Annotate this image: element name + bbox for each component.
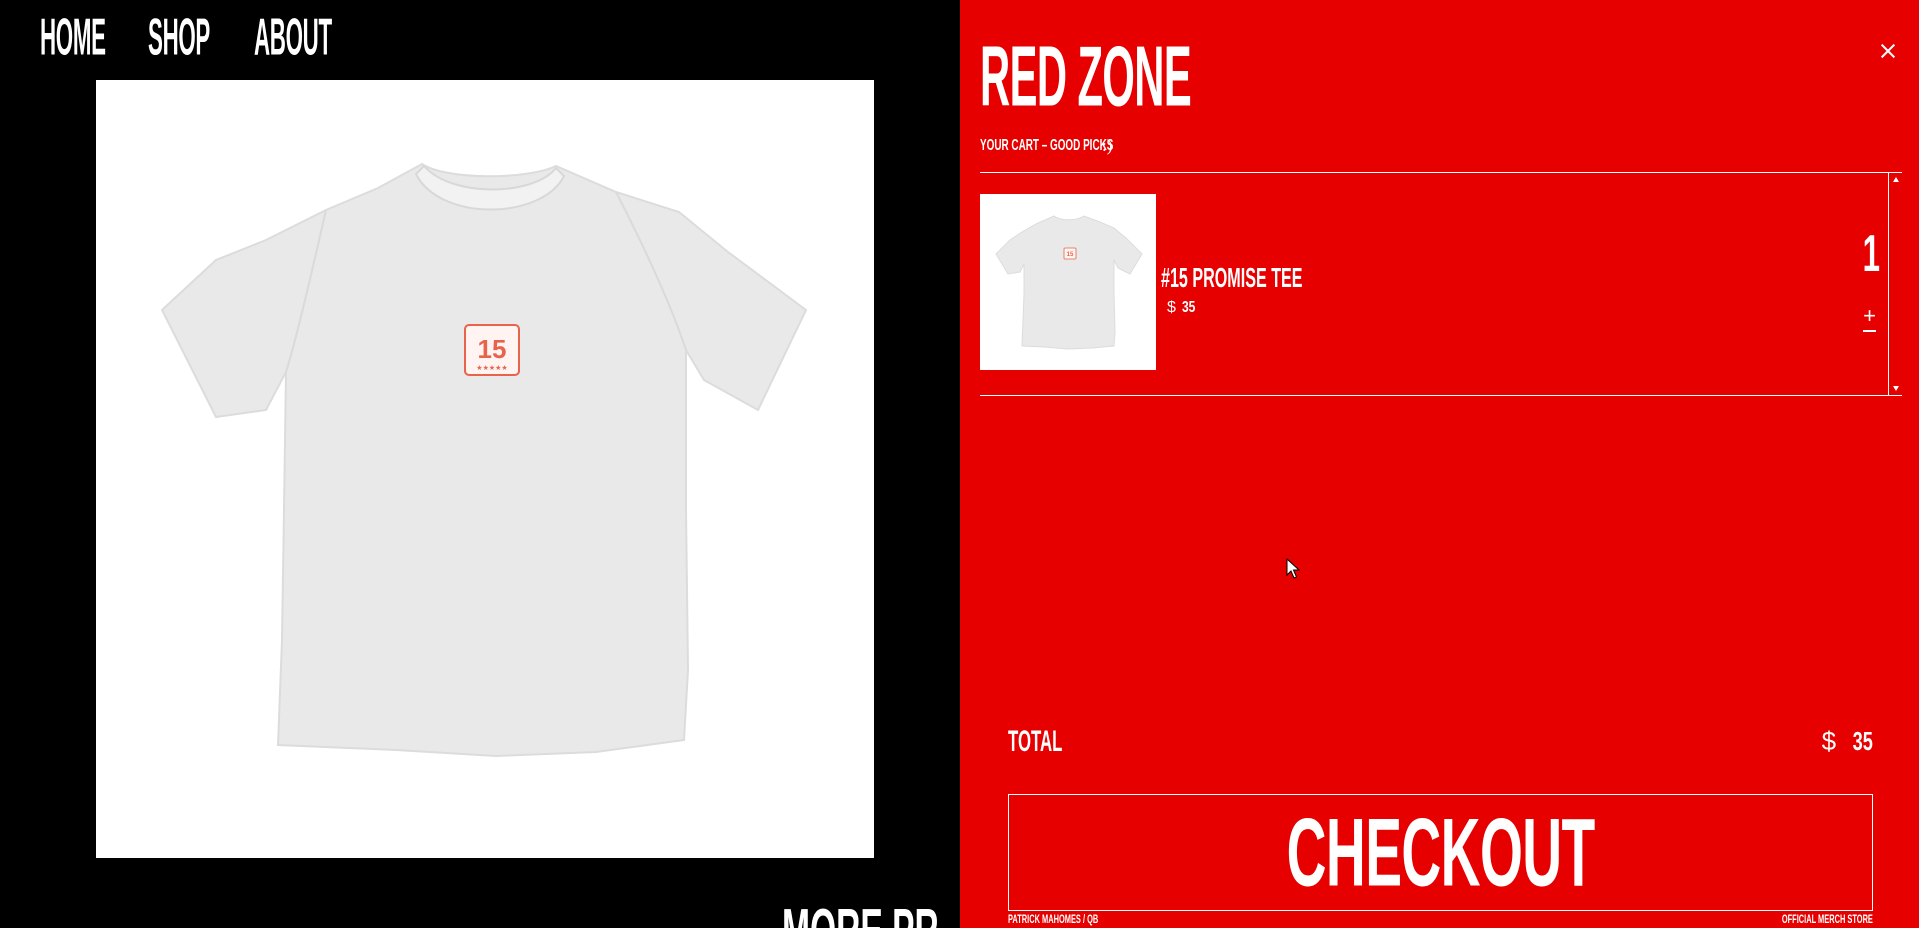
- scroll-up-icon[interactable]: [1893, 177, 1899, 182]
- footer-player-credit: PATRICK MAHOMES / QB: [1008, 912, 1099, 926]
- cart-drawer: RED ZONE YOUR CART – GOOD PICKS :) 15 #1…: [960, 0, 1919, 928]
- more-products-heading: MORE PR: [782, 899, 939, 928]
- cart-item: 15 #15 PROMISE TEE $35 1 +: [980, 194, 1880, 370]
- footer-store-label: OFFICIAL MERCH STORE: [1781, 912, 1873, 926]
- checkout-button-label: CHECKOUT: [1286, 798, 1595, 907]
- cart-item-list[interactable]: 15 #15 PROMISE TEE $35 1 +: [980, 172, 1902, 396]
- scroll-down-icon[interactable]: [1893, 386, 1899, 391]
- nav-home-link[interactable]: HOME: [40, 0, 106, 82]
- cart-item-price-value: 35: [1181, 299, 1196, 316]
- total-currency-symbol: $: [1821, 726, 1837, 756]
- cart-subtitle: YOUR CART – GOOD PICKS :): [980, 136, 1195, 156]
- mouse-cursor-icon: [1286, 558, 1300, 579]
- total-amount: 35: [1852, 726, 1873, 756]
- currency-symbol: $: [1167, 299, 1176, 316]
- cart-list-scrollbar[interactable]: [1888, 173, 1902, 395]
- cart-item-name[interactable]: #15 PROMISE TEE: [1161, 262, 1303, 294]
- tshirt-15-icon: 15 ★★★★★: [96, 80, 874, 858]
- cart-item-thumbnail[interactable]: 15: [980, 194, 1156, 370]
- nav-about-link[interactable]: ABOUT: [254, 0, 332, 82]
- cart-subtitle-emoticon: :): [1102, 136, 1113, 155]
- cart-item-price: $35: [1167, 298, 1200, 318]
- svg-text:15: 15: [1067, 252, 1074, 258]
- close-icon[interactable]: [1877, 40, 1899, 62]
- cart-item-quantity: 1: [1862, 225, 1880, 283]
- total-label: TOTAL: [1008, 724, 1063, 758]
- quantity-increase-button[interactable]: +: [1863, 305, 1876, 327]
- quantity-decrease-button[interactable]: [1863, 330, 1876, 332]
- checkout-button[interactable]: CHECKOUT: [1008, 794, 1873, 911]
- cart-subtitle-text: YOUR CART – GOOD PICKS: [980, 137, 1114, 154]
- tshirt-thumbnail-icon: 15: [980, 194, 1156, 370]
- product-image: 15 ★★★★★: [96, 80, 874, 858]
- total-value: $35: [1822, 726, 1873, 756]
- svg-text:★★★★★: ★★★★★: [476, 364, 507, 372]
- tshirt-graphic-number: 15: [478, 334, 507, 364]
- nav-shop-link[interactable]: SHOP: [148, 0, 210, 82]
- cart-title: RED ZONE: [980, 30, 1192, 125]
